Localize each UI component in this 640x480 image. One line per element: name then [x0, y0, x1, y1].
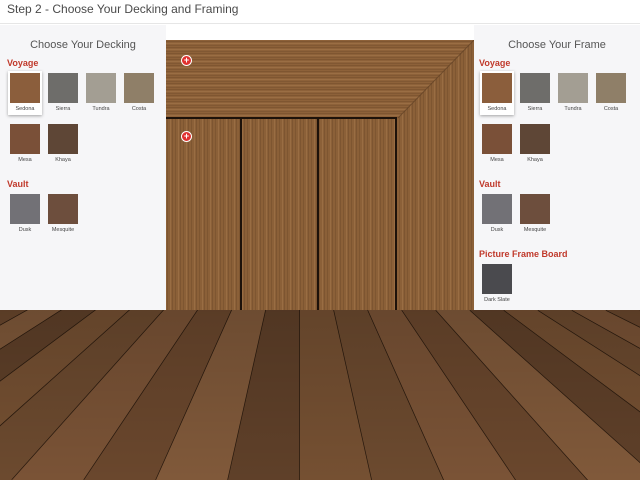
- frame-swatch-khaya[interactable]: Khaya: [518, 122, 552, 166]
- frame-swatch-mesquite[interactable]: Mesquite: [518, 192, 552, 236]
- decking-swatch-costa[interactable]: Costa: [122, 71, 156, 115]
- swatch-chip: [10, 194, 40, 224]
- swatch-chip: [124, 73, 154, 103]
- swatch-chip: [482, 73, 512, 103]
- decking-panel-title: Choose Your Decking: [30, 39, 136, 51]
- swatch-chip: [558, 73, 588, 103]
- frame-group-label-voyage: Voyage: [479, 58, 511, 68]
- frame-swatch-dark-slate[interactable]: Dark Slate: [480, 262, 514, 306]
- deck-preview-image: [166, 40, 474, 310]
- swatch-chip: [86, 73, 116, 103]
- decking-swatch-khaya[interactable]: Khaya: [46, 122, 80, 166]
- decking-swatch-sierra[interactable]: Sierra: [46, 71, 80, 115]
- decking-hotspot-button[interactable]: +: [181, 131, 192, 142]
- deck-board: [319, 118, 395, 310]
- frame-swatch-tundra[interactable]: Tundra: [556, 71, 590, 115]
- frame-group-label-picture-frame-board: Picture Frame Board: [479, 249, 568, 259]
- decking-swatch-dusk[interactable]: Dusk: [8, 192, 42, 236]
- frame-panel-title: Choose Your Frame: [508, 39, 606, 51]
- deck-preview: + +: [166, 40, 474, 310]
- swatch-chip: [48, 194, 78, 224]
- frame-swatch-dusk[interactable]: Dusk: [480, 192, 514, 236]
- decking-swatch-mesquite[interactable]: Mesquite: [46, 192, 80, 236]
- swatch-chip: [596, 73, 626, 103]
- step-title: Step 2 - Choose Your Decking and Framing: [7, 2, 239, 16]
- frame-swatch-sedona[interactable]: Sedona: [480, 71, 514, 115]
- decking-swatch-mesa[interactable]: Mesa: [8, 122, 42, 166]
- frame-swatch-sierra[interactable]: Sierra: [518, 71, 552, 115]
- plus-icon: +: [183, 131, 190, 141]
- deck-board: [242, 118, 317, 310]
- swatch-chip: [482, 124, 512, 154]
- decking-swatch-tundra[interactable]: Tundra: [84, 71, 118, 115]
- swatch-chip: [520, 194, 550, 224]
- swatch-name: Dark Slate: [484, 297, 510, 303]
- frame-swatch-costa[interactable]: Costa: [594, 71, 628, 115]
- swatch-chip: [10, 73, 40, 103]
- frame-group-label-vault: Vault: [479, 179, 501, 189]
- swatch-chip: [482, 194, 512, 224]
- swatch-chip: [48, 124, 78, 154]
- swatch-name: Costa: [131, 106, 147, 112]
- decking-group-label-voyage: Voyage: [7, 58, 39, 68]
- plus-icon: +: [183, 55, 190, 65]
- swatch-name: Khaya: [55, 157, 71, 163]
- swatch-name: Mesquite: [523, 227, 547, 233]
- deck-board: [166, 118, 240, 310]
- swatch-name: Costa: [603, 106, 619, 112]
- swatch-chip: [10, 124, 40, 154]
- swatch-chip: [48, 73, 78, 103]
- deck-floor-backdrop: [0, 310, 640, 480]
- deck-floor-image: [0, 310, 640, 480]
- swatch-name: Khaya: [527, 157, 543, 163]
- frame-hotspot-button[interactable]: +: [181, 55, 192, 66]
- swatch-chip: [520, 73, 550, 103]
- swatch-name: Mesquite: [51, 227, 75, 233]
- swatch-chip: [482, 264, 512, 294]
- decking-panel: Choose Your Decking Voyage Sedona Sierra…: [0, 25, 166, 310]
- decking-group-label-vault: Vault: [7, 179, 29, 189]
- frame-panel: Choose Your Frame Voyage Sedona Sierra T…: [474, 25, 640, 310]
- page-header: Step 2 - Choose Your Decking and Framing: [0, 0, 640, 24]
- decking-swatch-sedona[interactable]: Sedona: [8, 71, 42, 115]
- frame-swatch-mesa[interactable]: Mesa: [480, 122, 514, 166]
- swatch-chip: [520, 124, 550, 154]
